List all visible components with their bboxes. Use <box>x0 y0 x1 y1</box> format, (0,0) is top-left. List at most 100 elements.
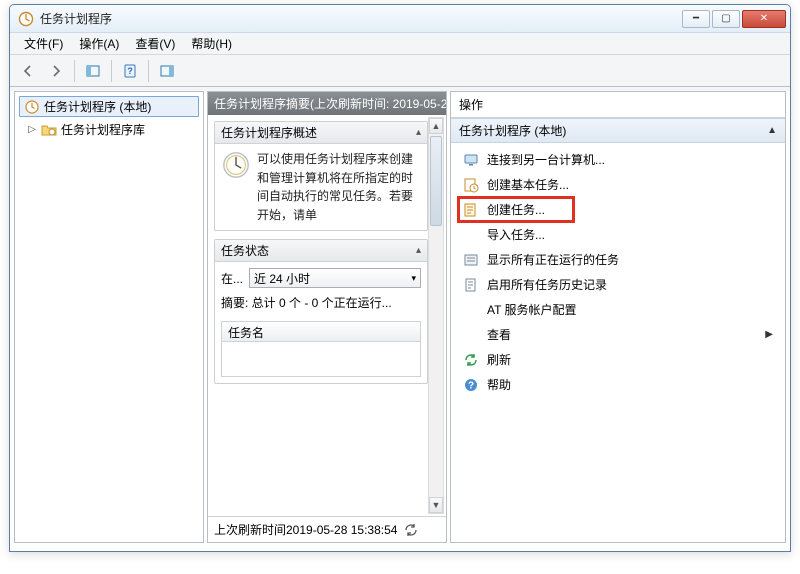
status-body: 在... 近 24 小时 ▾ 摘要: 总计 0 个 - 0 个正在运行... 任… <box>215 262 427 383</box>
status-range-label: 在... <box>221 270 243 287</box>
overview-text: 可以使用任务计划程序来创建和管理计算机将在所指定的时间自动执行的常见任务。若要开… <box>257 152 413 222</box>
help-button[interactable]: ? <box>118 59 142 83</box>
menu-help[interactable]: 帮助(H) <box>183 33 240 54</box>
running-icon <box>463 252 479 268</box>
main-body: 任务计划程序 (本地) ▷ 任务计划程序库 任务计划程序摘要(上次刷新时间: 2… <box>10 87 790 547</box>
status-summary: 摘要: 总计 0 个 - 0 个正在运行... <box>221 294 421 311</box>
actions-title: 操作 <box>451 92 785 118</box>
toolbar-separator <box>148 60 149 82</box>
refresh-icon[interactable] <box>403 522 419 538</box>
folder-clock-icon <box>41 122 57 138</box>
action-connect[interactable]: 连接到另一台计算机... <box>451 147 785 172</box>
window-title: 任务计划程序 <box>40 10 682 27</box>
action-label: AT 服务帐户配置 <box>487 301 577 318</box>
expand-icon[interactable]: ▷ <box>27 124 37 135</box>
action-label: 查看 <box>487 326 511 343</box>
app-window: 任务计划程序 ━ ▢ ✕ 文件(F) 操作(A) 查看(V) 帮助(H) ? 任… <box>9 4 791 552</box>
blank-icon <box>463 227 479 243</box>
action-label: 启用所有任务历史记录 <box>487 276 607 293</box>
app-icon <box>18 11 34 27</box>
refresh-icon <box>463 352 479 368</box>
history-icon <box>463 277 479 293</box>
clock-icon <box>24 99 40 115</box>
actions-scope-label: 任务计划程序 (本地) <box>459 122 566 139</box>
action-view[interactable]: 查看 ▶ <box>451 322 785 347</box>
toolbar-separator <box>111 60 112 82</box>
action-import[interactable]: 导入任务... <box>451 222 785 247</box>
action-at-config[interactable]: AT 服务帐户配置 <box>451 297 785 322</box>
clock-icon <box>221 150 251 180</box>
summary-footer: 上次刷新时间2019-05-28 15:38:54 <box>208 516 446 542</box>
scroll-thumb[interactable] <box>430 136 442 226</box>
window-controls: ━ ▢ ✕ <box>682 10 786 28</box>
action-create-task[interactable]: 创建任务... <box>451 197 785 222</box>
titlebar[interactable]: 任务计划程序 ━ ▢ ✕ <box>10 5 790 33</box>
actions-scope[interactable]: 任务计划程序 (本地) ▲ <box>451 118 785 143</box>
scroll-down-button[interactable]: ▼ <box>429 497 443 513</box>
scroll-up-button[interactable]: ▲ <box>429 118 443 134</box>
show-hide-action-button[interactable] <box>155 59 179 83</box>
chevron-down-icon: ▾ <box>411 273 416 284</box>
menubar: 文件(F) 操作(A) 查看(V) 帮助(H) <box>10 33 790 55</box>
tree-pane: 任务计划程序 (本地) ▷ 任务计划程序库 <box>14 91 204 543</box>
toolbar-separator <box>74 60 75 82</box>
task-basic-icon <box>463 177 479 193</box>
overview-desc: 可以使用任务计划程序来创建和管理计算机将在所指定的时间自动执行的常见任务。若要开… <box>215 144 427 230</box>
action-label: 创建任务... <box>487 201 545 218</box>
action-label: 导入任务... <box>487 226 545 243</box>
task-list-header[interactable]: 任务名 <box>222 322 420 342</box>
action-label: 刷新 <box>487 351 511 368</box>
blank-icon <box>463 327 479 343</box>
summary-body: ▲ ▼ 任务计划程序概述 ▴ 可以使用任务计划程序来创建和管理计算机将在所指定的… <box>208 115 446 516</box>
overview-group: 任务计划程序概述 ▴ 可以使用任务计划程序来创建和管理计算机将在所指定的时间自动… <box>214 121 428 231</box>
tree-item-label: 任务计划程序库 <box>61 121 145 138</box>
chevron-up-icon: ▴ <box>416 127 421 138</box>
status-header[interactable]: 任务状态 ▴ <box>215 240 427 262</box>
menu-file[interactable]: 文件(F) <box>16 33 71 54</box>
status-range-select[interactable]: 近 24 小时 ▾ <box>249 268 421 288</box>
tree-item-library[interactable]: ▷ 任务计划程序库 <box>23 119 199 140</box>
action-label: 帮助 <box>487 376 511 393</box>
svg-text:?: ? <box>468 380 474 391</box>
action-label: 创建基本任务... <box>487 176 569 193</box>
status-range-value: 近 24 小时 <box>254 270 310 287</box>
overview-header[interactable]: 任务计划程序概述 ▴ <box>215 122 427 144</box>
status-group: 任务状态 ▴ 在... 近 24 小时 ▾ 摘要: 总计 0 个 - 0 个正在… <box>214 239 428 384</box>
action-create-basic[interactable]: 创建基本任务... <box>451 172 785 197</box>
tree-root-label: 任务计划程序 (本地) <box>44 98 151 115</box>
overview-title: 任务计划程序概述 <box>221 124 317 141</box>
chevron-up-icon: ▴ <box>416 245 421 256</box>
task-icon <box>463 202 479 218</box>
task-list: 任务名 <box>221 321 421 377</box>
forward-button[interactable] <box>44 59 68 83</box>
submenu-arrow-icon: ▶ <box>765 329 773 340</box>
summary-header: 任务计划程序摘要(上次刷新时间: 2019-05-2 <box>208 92 446 115</box>
status-title: 任务状态 <box>221 242 269 259</box>
tree-root[interactable]: 任务计划程序 (本地) <box>19 96 199 117</box>
scrollbar[interactable]: ▲ ▼ <box>428 117 444 514</box>
chevron-up-icon: ▲ <box>767 125 777 136</box>
menu-view[interactable]: 查看(V) <box>127 33 183 54</box>
actions-list: 连接到另一台计算机... 创建基本任务... 创建任务... 导入任务... <box>451 143 785 401</box>
close-button[interactable]: ✕ <box>742 10 786 28</box>
action-help[interactable]: ? 帮助 <box>451 372 785 397</box>
menu-action[interactable]: 操作(A) <box>71 33 127 54</box>
action-refresh[interactable]: 刷新 <box>451 347 785 372</box>
last-refresh-label: 上次刷新时间2019-05-28 15:38:54 <box>214 521 397 538</box>
blank-icon <box>463 302 479 318</box>
svg-text:?: ? <box>127 66 133 76</box>
action-show-running[interactable]: 显示所有正在运行的任务 <box>451 247 785 272</box>
actions-pane: 操作 任务计划程序 (本地) ▲ 连接到另一台计算机... 创建基本任务... … <box>450 91 786 543</box>
maximize-button[interactable]: ▢ <box>712 10 740 28</box>
summary-pane: 任务计划程序摘要(上次刷新时间: 2019-05-2 ▲ ▼ 任务计划程序概述 … <box>207 91 447 543</box>
toolbar: ? <box>10 55 790 87</box>
action-label: 显示所有正在运行的任务 <box>487 251 619 268</box>
action-enable-history[interactable]: 启用所有任务历史记录 <box>451 272 785 297</box>
show-hide-tree-button[interactable] <box>81 59 105 83</box>
help-icon: ? <box>463 377 479 393</box>
task-name-col: 任务名 <box>228 326 264 340</box>
minimize-button[interactable]: ━ <box>682 10 710 28</box>
computer-icon <box>463 152 479 168</box>
action-label: 连接到另一台计算机... <box>487 151 605 168</box>
back-button[interactable] <box>16 59 40 83</box>
